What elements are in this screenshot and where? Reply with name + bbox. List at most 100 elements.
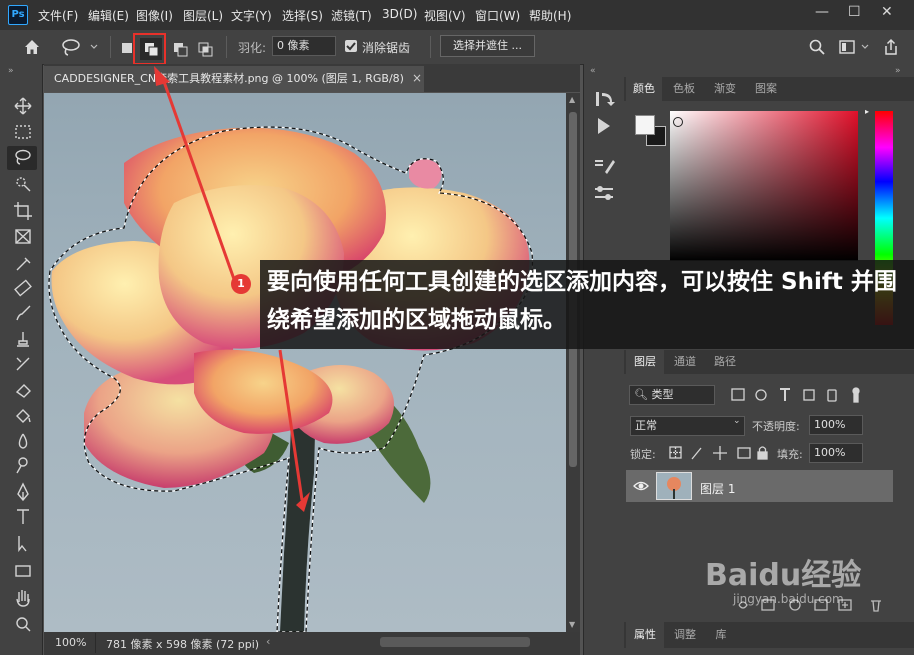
blur-tool[interactable] — [10, 434, 34, 456]
move-tool[interactable] — [10, 99, 34, 121]
horizontal-scroll-thumb[interactable] — [380, 637, 530, 647]
history-brush-tool[interactable] — [10, 356, 34, 378]
watermark: Baidu经验 jingyan.baidu.com — [705, 558, 862, 607]
tab-libraries[interactable]: 库 — [706, 622, 736, 648]
menu-edit[interactable]: 编辑(E) — [88, 7, 129, 24]
menu-file[interactable]: 文件(F) — [38, 7, 78, 24]
eyedropper-tool[interactable] — [10, 252, 34, 274]
close-icon[interactable]: ✕ — [881, 4, 893, 20]
select-and-mask-button[interactable]: 选择并遮住 ... — [440, 35, 535, 57]
subtract-from-selection-button[interactable] — [170, 39, 190, 59]
annotation-arrows — [154, 66, 310, 512]
type-tool[interactable] — [10, 510, 34, 532]
antialias-checkbox[interactable] — [345, 40, 357, 52]
lock-icons[interactable] — [668, 444, 772, 462]
scroll-up-icon[interactable]: ▲ — [569, 95, 575, 104]
tab-color[interactable]: 颜色 — [626, 77, 662, 101]
menu-view[interactable]: 视图(V) — [424, 7, 466, 24]
actions-panel-button[interactable] — [590, 116, 618, 138]
quick-selection-tool[interactable] — [10, 173, 34, 195]
hand-tool[interactable] — [10, 590, 34, 612]
lasso-icon — [62, 39, 98, 56]
opacity-label: 不透明度: — [752, 420, 800, 433]
layer-name[interactable]: 图层 1 — [700, 480, 735, 497]
frame-tool[interactable] — [10, 225, 34, 247]
intersect-selection-button[interactable] — [195, 39, 215, 59]
collapse-icon[interactable]: » — [8, 66, 14, 76]
color-picker-field[interactable] — [670, 111, 858, 261]
menu-filter[interactable]: 滤镜(T) — [331, 7, 372, 24]
tab-patterns[interactable]: 图案 — [748, 77, 784, 101]
divider — [110, 36, 111, 58]
zoom-tool[interactable] — [10, 615, 34, 637]
feather-input[interactable]: 0 像素 — [272, 36, 336, 56]
scroll-down-icon[interactable]: ▼ — [569, 620, 575, 629]
menu-layer[interactable]: 图层(L) — [183, 7, 223, 24]
watermark-brand: Baidu经验 — [705, 558, 862, 593]
properties-panel-tabs: 属性 调整 库 — [624, 622, 914, 648]
restore-icon[interactable]: ☐ — [848, 4, 861, 20]
path-selection-tool[interactable] — [10, 536, 34, 558]
tab-swatches[interactable]: 色板 — [664, 77, 704, 101]
document-dimensions: 781 像素 x 598 像素 (72 ppi) — [106, 638, 260, 651]
tab-paths[interactable]: 路径 — [706, 350, 744, 374]
hue-slider-handle-icon[interactable]: ▸ — [865, 107, 869, 116]
brush-tool[interactable] — [10, 304, 34, 326]
layer-filter-select[interactable]: 🔍︎ 类型 — [629, 385, 715, 405]
antialias-label: 消除锯齿 — [362, 41, 411, 55]
menu-image[interactable]: 图像(I) — [136, 7, 173, 24]
rectangle-tool[interactable] — [10, 562, 34, 584]
menu-window[interactable]: 窗口(W) — [475, 7, 520, 24]
tab-close-icon[interactable]: × — [412, 71, 422, 85]
healing-brush-tool[interactable] — [10, 278, 34, 300]
crop-tool[interactable] — [10, 199, 34, 221]
layer-filter-value: 类型 — [651, 388, 674, 401]
tab-properties[interactable]: 属性 — [626, 622, 664, 648]
workspace-icon[interactable] — [838, 38, 872, 56]
lock-label: 锁定: — [630, 448, 656, 461]
marquee-tool[interactable] — [10, 124, 34, 146]
opacity-input[interactable]: 100% — [809, 415, 863, 435]
tab-layers[interactable]: 图层 — [626, 350, 664, 374]
layer-filter-icons[interactable] — [728, 385, 868, 405]
fill-label: 填充: — [777, 448, 803, 461]
menu-type[interactable]: 文字(Y) — [231, 7, 272, 24]
check-icon — [346, 42, 356, 51]
status-menu-icon[interactable]: ‹ — [266, 635, 270, 648]
minimize-icon[interactable]: — — [815, 4, 829, 20]
clone-stamp-tool[interactable] — [10, 330, 34, 352]
dodge-tool[interactable] — [10, 460, 34, 482]
photoshop-logo-icon: Ps — [8, 5, 28, 25]
adjustments-button[interactable] — [590, 184, 618, 208]
tab-adjustments[interactable]: 调整 — [666, 622, 704, 648]
collapse-right-icon[interactable]: » — [895, 66, 901, 76]
expand-icon[interactable]: « — [590, 66, 596, 76]
color-panel-tabs: 颜色 色板 渐变 图案 — [624, 77, 914, 101]
foreground-color-swatch[interactable] — [635, 115, 655, 135]
search-icon[interactable] — [808, 38, 826, 56]
tab-channels[interactable]: 通道 — [666, 350, 704, 374]
layer-thumbnail — [656, 472, 692, 500]
callout-text: 要向使用任何工具创建的选区添加内容，可以按住 Shift 并围绕希望添加的区域拖… — [267, 269, 897, 333]
blend-mode-select[interactable]: 正常 — [630, 416, 745, 436]
brush-settings-button[interactable] — [590, 156, 618, 180]
lasso-preset-picker[interactable] — [57, 36, 101, 58]
menu-help[interactable]: 帮助(H) — [529, 7, 571, 24]
eraser-tool[interactable] — [10, 382, 34, 404]
eye-icon[interactable] — [633, 479, 649, 493]
color-picker-cursor[interactable] — [673, 117, 683, 127]
home-icon[interactable] — [22, 37, 42, 57]
tab-gradients[interactable]: 渐变 — [706, 77, 744, 101]
menu-3d[interactable]: 3D(D) — [382, 7, 417, 21]
share-icon[interactable] — [882, 37, 900, 57]
feather-label: 羽化: — [238, 41, 267, 55]
fill-input[interactable]: 100% — [809, 443, 863, 463]
zoom-level[interactable]: 100% — [55, 636, 86, 649]
paint-bucket-tool[interactable] — [10, 408, 34, 430]
intersect-selection-icon — [198, 42, 213, 57]
lasso-tool[interactable] — [10, 147, 34, 169]
menu-select[interactable]: 选择(S) — [282, 7, 323, 24]
pen-tool[interactable] — [10, 486, 34, 508]
divider — [226, 36, 227, 58]
history-panel-button[interactable] — [590, 88, 618, 110]
